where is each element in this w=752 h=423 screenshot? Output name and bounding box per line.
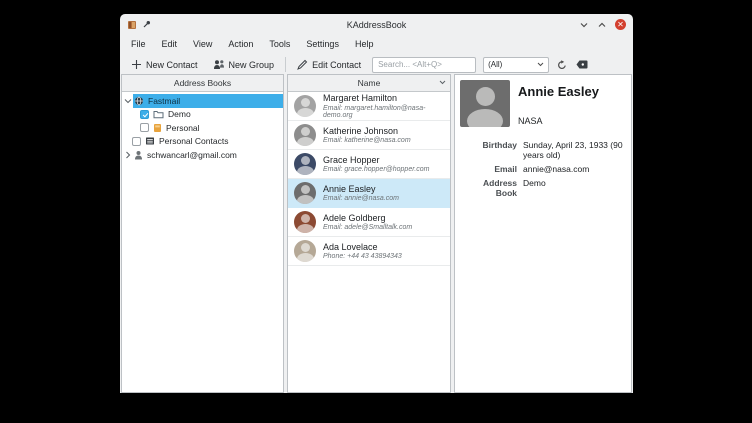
menu-file[interactable]: File [123,37,154,51]
contact-list-header[interactable]: Name [288,75,450,92]
contact-detail: Email: adele@Smalltalk.com [323,224,412,231]
field-label-email: Email [461,164,517,174]
contact-photo [460,80,510,127]
clear-search-icon[interactable] [575,59,589,70]
contact-name: Ada Lovelace [323,242,402,253]
contact-list-panel: Name Margaret Hamilton Email: margaret.h… [287,74,451,393]
edit-contact-button[interactable]: Edit Contact [293,57,365,72]
column-options-chevron-icon[interactable] [439,80,446,85]
field-value-address-book: Demo [523,178,625,198]
detail-organization: NASA [518,116,625,126]
personal-checkbox[interactable] [140,123,149,132]
demo-checkbox[interactable] [140,110,149,119]
edit-contact-label: Edit Contact [312,60,361,70]
contact-details-panel: Annie Easley NASA Birthday Sunday, April… [454,74,632,393]
contact-avatar [294,153,316,175]
contact-detail: Email: katherine@nasa.com [323,137,411,144]
address-books-panel: Address Books Fastmail [121,74,284,393]
tree-item-personal[interactable]: Personal [122,121,283,135]
field-label-birthday: Birthday [461,140,517,160]
menu-help[interactable]: Help [347,37,382,51]
tree-label: Demo [168,109,191,119]
new-contact-label: New Contact [146,60,198,70]
toolbar-separator [285,57,286,72]
field-value-email[interactable]: annie@nasa.com [523,164,625,174]
pencil-icon [297,59,308,70]
contact-row-grace-hopper[interactable]: Grace Hopper Email: grace.hopper@hopper.… [288,150,450,179]
field-label-address-book: Address Book [461,178,517,198]
contact-row-ada-lovelace[interactable]: Ada Lovelace Phone: +44 43 43894343 [288,237,450,266]
plus-icon [131,59,142,70]
globe-icon [134,96,144,106]
minimize-button[interactable] [579,21,589,29]
maximize-button[interactable] [597,21,607,29]
folder-icon [153,109,164,119]
window-title: KAddressBook [120,20,633,30]
contact-name: Adele Goldberg [323,213,412,224]
contact-row-annie-easley[interactable]: Annie Easley Email: annie@nasa.com [288,179,450,208]
contact-avatar [294,211,316,233]
titlebar[interactable]: KAddressBook ✕ [120,14,633,35]
contact-avatar [294,240,316,262]
contact-detail: Phone: +44 43 43894343 [323,253,402,260]
contact-row-katherine-johnson[interactable]: Katherine Johnson Email: katherine@nasa.… [288,121,450,150]
contact-detail: Email: annie@nasa.com [323,195,399,202]
search-input[interactable] [372,57,476,73]
main-content: Address Books Fastmail [121,74,632,393]
tree-label: Personal Contacts [159,136,228,146]
contact-name: Katherine Johnson [323,126,411,137]
contact-row-adele-goldberg[interactable]: Adele Goldberg Email: adele@Smalltalk.co… [288,208,450,237]
contact-name: Grace Hopper [323,155,429,166]
new-group-label: New Group [229,60,275,70]
contact-name: Margaret Hamilton [323,93,444,104]
tree-item-demo[interactable]: Demo [122,108,283,122]
address-books-tree: Fastmail Demo [122,92,283,162]
kaddressbook-window: KAddressBook ✕ File Edit View Action Too… [120,14,633,393]
contact-name: Annie Easley [323,184,399,195]
contact-detail: Email: grace.hopper@hopper.com [323,166,429,173]
person-icon [134,150,143,160]
menu-edit[interactable]: Edit [154,37,186,51]
contact-avatar [294,124,316,146]
contact-row-margaret-hamilton[interactable]: Margaret Hamilton Email: margaret.hamilt… [288,92,450,121]
app-icon [127,20,137,30]
field-value-birthday: Sunday, April 23, 1933 (90 years old) [523,140,625,160]
menu-settings[interactable]: Settings [298,37,347,51]
contact-avatar [294,182,316,204]
contacts-book-icon [145,136,155,146]
menubar: File Edit View Action Tools Settings Hel… [120,35,633,53]
name-column-header: Name [358,78,381,88]
contact-detail: Email: margaret.hamilton@nasa-demo.org [323,105,444,119]
tree-label: Fastmail [148,96,180,106]
detail-contact-name: Annie Easley [518,80,625,99]
close-button[interactable]: ✕ [615,19,626,30]
new-group-button[interactable]: New Group [209,57,279,72]
new-contact-button[interactable]: New Contact [127,57,202,72]
menu-action[interactable]: Action [220,37,261,51]
pin-icon[interactable] [142,20,151,29]
tree-item-gmail-account[interactable]: schwancarl@gmail.com [122,148,283,162]
filter-selected-value: (All) [488,60,502,69]
expander-closed-icon[interactable] [122,151,133,159]
address-books-header[interactable]: Address Books [122,75,283,92]
tree-item-personal-contacts[interactable]: Personal Contacts [122,135,283,149]
toolbar: New Contact New Group Edit Contact (All) [120,53,633,76]
contact-avatar [294,95,316,117]
menu-view[interactable]: View [185,37,220,51]
refresh-icon[interactable] [556,59,568,71]
tree-label: Personal [166,123,200,133]
filter-dropdown[interactable]: (All) [483,57,549,73]
tree-item-fastmail[interactable]: Fastmail [122,94,283,108]
personal-contacts-checkbox[interactable] [132,137,141,146]
expander-open-icon[interactable] [122,98,133,104]
tree-label: schwancarl@gmail.com [147,150,237,160]
menu-tools[interactable]: Tools [261,37,298,51]
group-icon [213,59,225,70]
chevron-down-icon [537,62,544,67]
detail-fields: Birthday Sunday, April 23, 1933 (90 year… [461,140,625,198]
vcard-icon [153,123,162,133]
